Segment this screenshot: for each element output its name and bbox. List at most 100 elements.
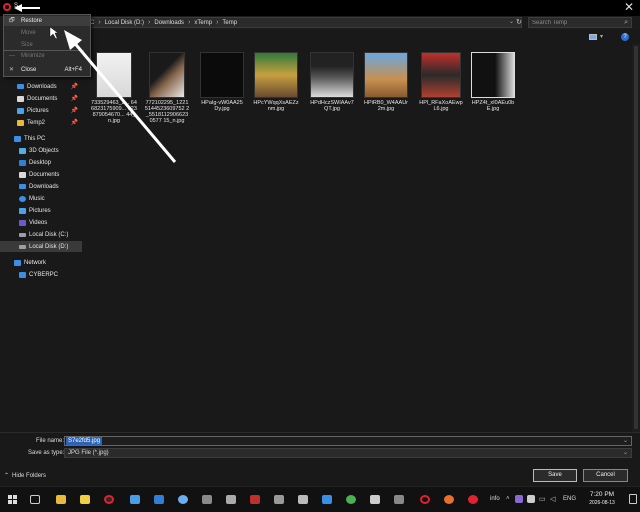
sidebar-item-pictures-pc[interactable]: Pictures — [0, 205, 82, 216]
notification-icon[interactable] — [629, 494, 637, 504]
close-icon[interactable]: ✕ — [624, 1, 634, 13]
sidebar-item-label: Videos — [29, 219, 48, 226]
sidebar-item-local-disk-c[interactable]: Local Disk (C:) — [0, 229, 82, 240]
network-icon[interactable]: ▭ — [539, 495, 546, 503]
computer-icon — [19, 271, 26, 278]
save-as-type-label: Save as type: — [28, 450, 65, 456]
file-name-value[interactable]: S7e2fd5.jpg — [66, 437, 103, 445]
sidebar-item-label: Local Disk (C:) — [29, 231, 69, 238]
volume-icon[interactable]: ◁ — [550, 495, 555, 503]
task-view-icon[interactable] — [30, 495, 40, 504]
clock-date: 2026-08-13 — [589, 500, 615, 506]
clock[interactable]: 7:20 PM 2026-08-13 — [582, 491, 622, 506]
file-explorer-icon[interactable] — [56, 495, 66, 504]
arrow-line — [70, 39, 177, 163]
sticky-notes-icon[interactable] — [80, 495, 90, 504]
app-icon[interactable] — [420, 495, 430, 504]
view-options-icon[interactable] — [589, 34, 597, 40]
file-name: HPiRB0_W4AAUr 2m.jpg — [363, 100, 408, 112]
tray-info-label[interactable]: info — [490, 496, 500, 502]
chevron-up-icon[interactable]: ˄ — [506, 496, 510, 502]
file-name: HPZ4t_xI0AEu0b E.jpg — [471, 100, 515, 112]
hide-folders-toggle[interactable]: ⌃ Hide Folders — [4, 472, 47, 480]
app-icon[interactable] — [202, 495, 212, 504]
video-icon — [19, 219, 26, 226]
drive-icon — [19, 232, 26, 237]
file-thumbnail — [254, 52, 298, 98]
file-thumbnail — [200, 52, 244, 98]
chevron-down-icon[interactable]: ⌄ — [623, 437, 628, 445]
network-icon — [14, 259, 21, 266]
search-input[interactable] — [529, 18, 614, 27]
file-item[interactable]: HPcYWqqXsAEZz nm.jpg — [253, 52, 299, 112]
language-indicator[interactable]: ENG — [563, 496, 576, 502]
app-icon[interactable] — [178, 495, 188, 504]
address-history-chevron-icon[interactable]: ⌄ — [509, 18, 514, 25]
chevron-down-icon[interactable]: ▾ — [600, 33, 603, 40]
cancel-button[interactable]: Cancel — [583, 469, 628, 482]
sidebar-item-label: Music — [29, 195, 45, 202]
calculator-icon[interactable] — [370, 495, 380, 504]
save-as-type-value: JPG File (*.jpg) — [68, 450, 109, 456]
sidebar-item-cyberpc[interactable]: CYBERPC — [0, 269, 82, 280]
sidebar-item-videos[interactable]: Videos — [0, 217, 82, 228]
drive-icon — [19, 244, 26, 249]
sidebar-item-network[interactable]: Network — [0, 257, 82, 268]
file-item[interactable]: HPl_RFaXoAEwp L6.jpg — [418, 52, 464, 112]
chevron-down-icon[interactable]: ⌄ — [623, 449, 628, 457]
sidebar-item-label: Local Disk (D:) — [29, 243, 69, 250]
refresh-icon[interactable]: ↻ — [516, 18, 522, 26]
music-icon — [19, 195, 26, 202]
file-thumbnail — [471, 52, 515, 98]
file-name: HPaIg-vW0AA25 Dy.jpg — [201, 100, 243, 112]
file-name-field[interactable]: S7e2fd5.jpg ⌄ — [64, 436, 632, 446]
app-icon[interactable] — [274, 495, 284, 504]
download-icon — [19, 184, 26, 189]
file-name: HPdHczSWIAAv7 QT.jpg — [310, 100, 354, 112]
save-as-type-select[interactable]: JPG File (*.jpg) ⌄ — [64, 448, 632, 458]
help-icon[interactable]: ? — [621, 33, 629, 41]
file-item[interactable]: HPZ4t_xI0AEu0b E.jpg — [470, 52, 516, 112]
scrollbar-thumb[interactable] — [634, 46, 638, 429]
chevron-right-icon: › — [216, 19, 219, 26]
opera-taskbar-icon[interactable] — [104, 495, 114, 504]
sidebar-item-downloads-pc[interactable]: Downloads — [0, 181, 82, 192]
arrow-head — [14, 4, 22, 12]
file-thumbnail — [310, 52, 354, 98]
app-icon[interactable] — [394, 495, 404, 504]
search-box[interactable]: ⌕ — [528, 17, 632, 28]
app-icon[interactable] — [226, 495, 236, 504]
app-icon[interactable] — [468, 495, 478, 504]
file-thumbnail — [364, 52, 408, 98]
sidebar-item-music[interactable]: Music — [0, 193, 82, 204]
file-item[interactable]: HPdHczSWIAAv7 QT.jpg — [309, 52, 355, 112]
sidebar-item-label: Downloads — [29, 183, 59, 190]
app-icon[interactable] — [298, 495, 308, 504]
file-item[interactable]: HPaIg-vW0AA25 Dy.jpg — [199, 52, 245, 112]
app-icon[interactable] — [322, 495, 332, 504]
app-icon[interactable] — [130, 495, 140, 504]
file-name-label: File name: — [36, 438, 65, 444]
file-thumbnail — [421, 52, 461, 98]
chevron-up-icon: ⌃ — [4, 473, 10, 479]
start-icon[interactable] — [8, 495, 17, 504]
file-item[interactable]: HPiRB0_W4AAUr 2m.jpg — [363, 52, 409, 112]
tray-app-icon[interactable] — [515, 495, 523, 503]
sidebar-item-label: Pictures — [29, 207, 51, 214]
mouse-cursor-icon — [49, 26, 59, 40]
tray-app-icon[interactable] — [527, 495, 535, 503]
app-icon[interactable] — [154, 495, 164, 504]
app-icon[interactable] — [346, 495, 356, 504]
breadcrumb-temp[interactable]: Temp — [222, 20, 237, 26]
file-name: HPcYWqqXsAEZz nm.jpg — [253, 100, 299, 112]
hide-folders-label: Hide Folders — [12, 472, 47, 479]
sidebar-item-label: CYBERPC — [29, 271, 59, 278]
firefox-icon[interactable] — [444, 495, 454, 504]
save-button[interactable]: Save — [533, 469, 577, 482]
annotation-arrows — [14, 4, 177, 163]
search-icon: ⌕ — [624, 19, 628, 26]
sidebar-item-local-disk-d[interactable]: Local Disk (D:) — [0, 241, 82, 252]
picture-icon — [19, 207, 26, 214]
clock-time: 7:20 PM — [589, 491, 615, 498]
app-icon[interactable] — [250, 495, 260, 504]
